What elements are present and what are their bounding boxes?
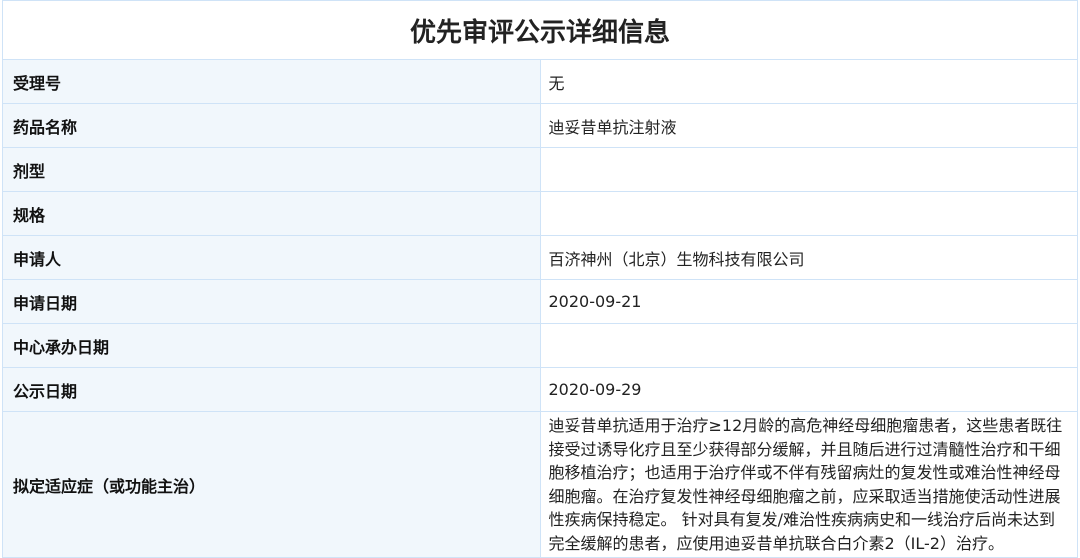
table-row-applicant: 申请人 百济神州（北京）生物科技有限公司 (2, 235, 1078, 280)
table-row-center-handling-date: 中心承办日期 (2, 323, 1078, 368)
value-publicity-date: 2020-09-29 (539, 367, 1078, 412)
label-indication: 拟定适应症（或功能主治） (2, 411, 541, 558)
value-acceptance-number: 无 (539, 59, 1078, 104)
label-publicity-date: 公示日期 (2, 367, 541, 412)
table-row-specification: 规格 (2, 191, 1078, 236)
label-acceptance-number: 受理号 (2, 59, 541, 104)
value-dosage-form (539, 147, 1078, 192)
page-title: 优先审评公示详细信息 (2, 0, 1078, 60)
value-indication: 迪妥昔单抗适用于治疗≥12月龄的高危神经母细胞瘤患者，这些患者既往接受过诱导化疗… (539, 411, 1078, 558)
value-applicant: 百济神州（北京）生物科技有限公司 (539, 235, 1078, 280)
label-center-handling-date: 中心承办日期 (2, 323, 541, 368)
label-application-date: 申请日期 (2, 279, 541, 324)
table-row-indication: 拟定适应症（或功能主治） 迪妥昔单抗适用于治疗≥12月龄的高危神经母细胞瘤患者，… (2, 411, 1078, 558)
table-row-application-date: 申请日期 2020-09-21 (2, 279, 1078, 324)
title-row: 优先审评公示详细信息 (2, 0, 1078, 60)
value-application-date: 2020-09-21 (539, 279, 1078, 324)
value-center-handling-date (539, 323, 1078, 368)
value-drug-name: 迪妥昔单抗注射液 (539, 103, 1078, 148)
detail-page: 优先审评公示详细信息 受理号 无 药品名称 迪妥昔单抗注射液 剂型 规格 申请人… (0, 0, 1080, 558)
label-applicant: 申请人 (2, 235, 541, 280)
table-row-drug-name: 药品名称 迪妥昔单抗注射液 (2, 103, 1078, 148)
table-row-dosage-form: 剂型 (2, 147, 1078, 192)
label-drug-name: 药品名称 (2, 103, 541, 148)
detail-table: 优先审评公示详细信息 受理号 无 药品名称 迪妥昔单抗注射液 剂型 规格 申请人… (2, 0, 1078, 558)
label-dosage-form: 剂型 (2, 147, 541, 192)
value-specification (539, 191, 1078, 236)
table-row-publicity-date: 公示日期 2020-09-29 (2, 367, 1078, 412)
label-specification: 规格 (2, 191, 541, 236)
table-row-acceptance-number: 受理号 无 (2, 59, 1078, 104)
